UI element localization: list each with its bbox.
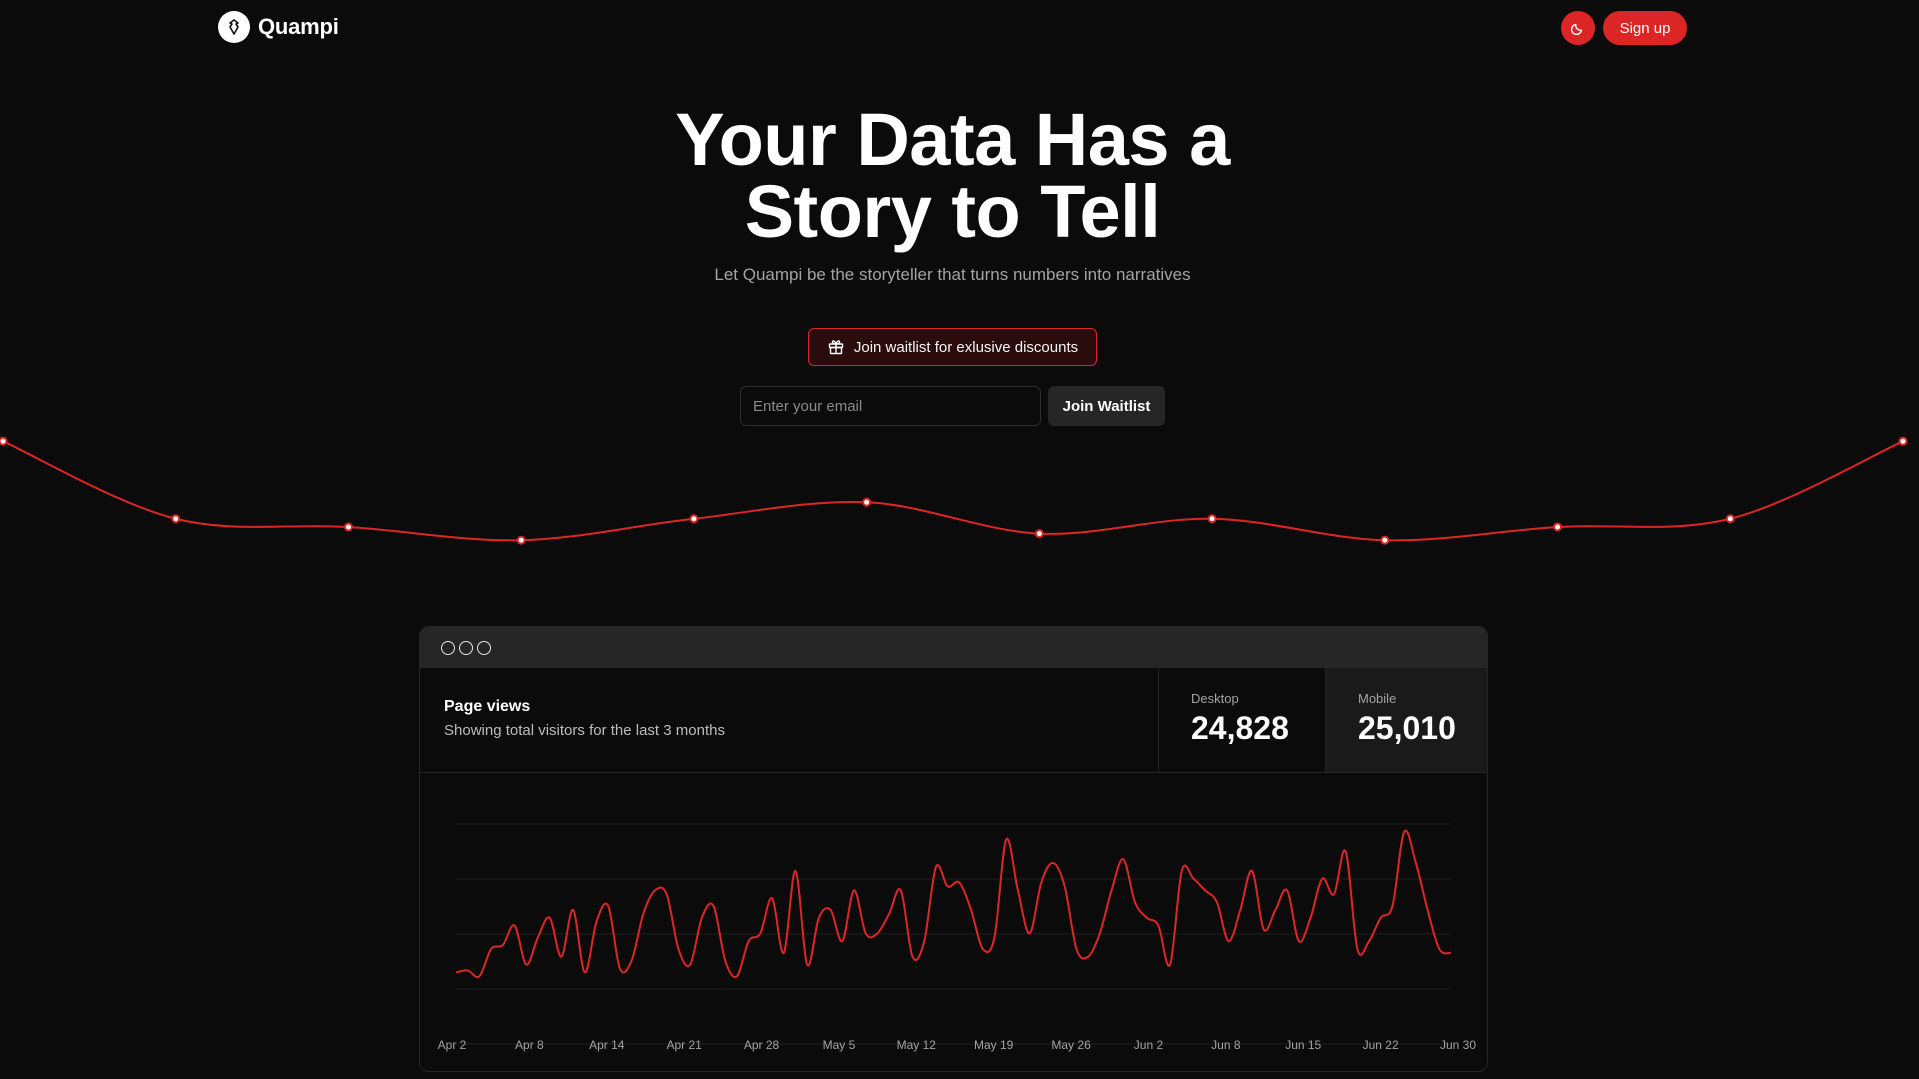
decorative-wave-chart bbox=[0, 436, 1908, 545]
card-title: Page views bbox=[444, 698, 531, 715]
x-tick-label: Apr 8 bbox=[515, 1038, 544, 1052]
x-tick-label: Jun 22 bbox=[1363, 1038, 1399, 1052]
mobile-label: Mobile bbox=[1358, 691, 1397, 706]
hero-title-line-1: Your Data Has a bbox=[675, 98, 1230, 181]
signup-button[interactable]: Sign up bbox=[1603, 11, 1687, 45]
theme-toggle-button[interactable] bbox=[1561, 11, 1595, 45]
x-tick-label: Apr 14 bbox=[589, 1038, 625, 1052]
x-tick-label: May 26 bbox=[1051, 1038, 1091, 1052]
wave-point bbox=[1898, 436, 1908, 446]
wave-point bbox=[1725, 514, 1735, 524]
page-views-line bbox=[455, 829, 1452, 979]
x-tick-label: May 5 bbox=[823, 1038, 856, 1052]
hero-title: Your Data Has a Story to Tell bbox=[0, 98, 1905, 253]
x-tick-label: Apr 2 bbox=[438, 1038, 467, 1052]
hero-subtitle: Let Quampi be the storyteller that turns… bbox=[714, 265, 1191, 284]
wave-point bbox=[1553, 522, 1563, 532]
x-tick-label: Jun 30 bbox=[1440, 1038, 1476, 1052]
wave-point bbox=[0, 436, 8, 446]
x-tick-label: Jun 8 bbox=[1211, 1038, 1241, 1052]
wave-point bbox=[1034, 529, 1044, 539]
moon-icon bbox=[1571, 23, 1583, 35]
wave-point bbox=[862, 497, 872, 507]
window-dot-icon bbox=[459, 640, 473, 655]
gift-icon bbox=[828, 340, 844, 355]
desktop-stat[interactable]: Desktop 24,828 bbox=[1158, 668, 1325, 772]
x-tick-label: Jun 15 bbox=[1285, 1038, 1321, 1052]
wave-point bbox=[689, 514, 699, 524]
desktop-label: Desktop bbox=[1191, 691, 1239, 706]
window-bar bbox=[420, 627, 1487, 668]
card-subtitle: Showing total visitors for the last 3 mo… bbox=[444, 722, 725, 739]
wave-point bbox=[171, 514, 181, 524]
mobile-stat[interactable]: Mobile 25,010 bbox=[1325, 668, 1487, 772]
brand-logo[interactable]: Quampi bbox=[218, 11, 339, 43]
brand-name: Quampi bbox=[258, 14, 339, 39]
window-dot-icon bbox=[477, 640, 491, 655]
wave-line bbox=[2, 440, 1904, 542]
x-tick-label: Apr 28 bbox=[744, 1038, 780, 1052]
hero-title-line-2: Story to Tell bbox=[744, 170, 1161, 253]
waitlist-discount-badge[interactable]: Join waitlist for exlusive discounts bbox=[808, 328, 1097, 366]
mobile-value: 25,010 bbox=[1358, 710, 1456, 746]
wave-point bbox=[343, 522, 353, 532]
top-nav: Quampi Sign up bbox=[0, 0, 1900, 56]
wave-point bbox=[516, 535, 526, 545]
x-tick-label: Apr 21 bbox=[666, 1038, 702, 1052]
logo-icon bbox=[218, 11, 250, 43]
card-header: Page views Showing total visitors for th… bbox=[420, 668, 1487, 773]
page-views-chart: Apr 2 Apr 8 Apr 14 Apr 21 Apr 28 May 5 May 12 M… bbox=[438, 823, 1476, 1052]
window-dot-icon bbox=[441, 640, 455, 655]
x-tick-label: May 12 bbox=[897, 1038, 937, 1052]
page-views-card: Page views Showing total visitors for th… bbox=[419, 626, 1488, 1072]
wave-point bbox=[1207, 514, 1217, 524]
badge-label: Join waitlist for exlusive discounts bbox=[853, 338, 1079, 356]
x-tick-label: Jun 2 bbox=[1134, 1038, 1164, 1052]
x-tick-label: May 19 bbox=[974, 1038, 1014, 1052]
wave-point bbox=[1380, 535, 1390, 545]
desktop-value: 24,828 bbox=[1191, 710, 1289, 746]
